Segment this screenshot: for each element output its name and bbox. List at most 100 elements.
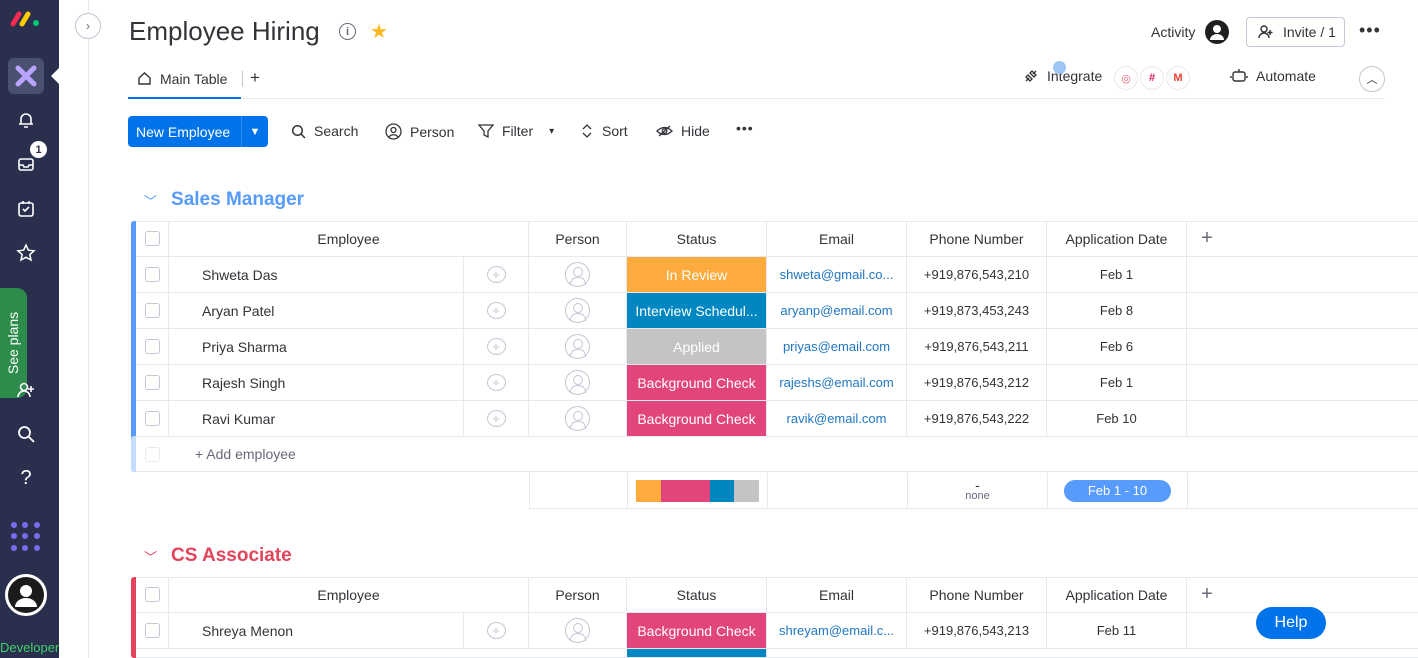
more-options-icon[interactable]: •••	[1359, 20, 1381, 41]
table-row[interactable]: Rajesh Singh + Background Check rajeshs@…	[136, 365, 1418, 401]
column-header-application-date[interactable]: Application Date	[1047, 577, 1187, 612]
integration-apps[interactable]: ◎ # M	[1114, 66, 1190, 90]
add-update-icon[interactable]: +	[486, 410, 506, 427]
column-header-employee[interactable]: Employee	[169, 577, 529, 612]
add-view-button[interactable]: +	[250, 68, 260, 88]
group-title[interactable]: CS Associate	[171, 545, 292, 567]
activity-avatar[interactable]	[1205, 20, 1229, 44]
phone-cell[interactable]: +919,876,543,210	[907, 257, 1047, 292]
column-header-phone[interactable]: Phone Number	[907, 577, 1047, 612]
hide-button[interactable]: Hide	[656, 123, 710, 139]
person-avatar-icon[interactable]	[565, 370, 590, 395]
add-update-icon[interactable]: +	[486, 374, 506, 391]
expand-sidebar-chevron-icon[interactable]: ›	[75, 13, 101, 39]
employee-name[interactable]: Aryan Patel	[169, 293, 464, 328]
row-checkbox[interactable]	[144, 623, 160, 638]
invite-members-icon[interactable]	[14, 378, 38, 402]
my-work-calendar-icon[interactable]	[14, 197, 38, 221]
column-header-person[interactable]: Person	[529, 577, 627, 612]
status-distribution-bar[interactable]	[636, 479, 759, 502]
employee-name[interactable]: Ravi Kumar	[169, 401, 464, 436]
phone-cell[interactable]: +919,873,453,243	[907, 293, 1047, 328]
sort-button[interactable]: Sort	[580, 123, 628, 139]
group-collapse-chevron-icon[interactable]: ﹀	[144, 191, 157, 210]
table-row-partial[interactable]	[136, 649, 1418, 658]
date-cell[interactable]: Feb 11	[1047, 613, 1187, 648]
status-cell[interactable]: Interview Schedul...	[627, 293, 767, 328]
new-employee-button[interactable]: New Employee ▼	[128, 116, 268, 147]
table-row[interactable]: Aryan Patel + Interview Schedul... aryan…	[136, 293, 1418, 329]
search-icon[interactable]	[14, 422, 38, 446]
email-cell[interactable]: ravik@email.com	[767, 401, 907, 436]
row-checkbox[interactable]	[144, 303, 160, 318]
table-row[interactable]: Priya Sharma + Applied priyas@email.com …	[136, 329, 1418, 365]
activity-label[interactable]: Activity	[1151, 24, 1195, 40]
person-avatar-icon[interactable]	[565, 406, 590, 431]
employee-name[interactable]: Priya Sharma	[169, 329, 464, 364]
chevron-down-icon[interactable]: ▼	[241, 116, 268, 147]
date-cell[interactable]: Feb 8	[1047, 293, 1187, 328]
page-title[interactable]: Employee Hiring	[129, 16, 320, 47]
add-column-plus-icon[interactable]: +	[1187, 221, 1227, 256]
email-cell[interactable]: rajeshs@email.com	[767, 365, 907, 400]
bell-icon[interactable]	[14, 108, 38, 132]
date-cell[interactable]: Feb 1	[1047, 365, 1187, 400]
filter-button[interactable]: Filter ▾	[478, 123, 554, 139]
automate-button[interactable]: Automate	[1230, 68, 1316, 84]
row-checkbox[interactable]	[144, 375, 160, 390]
phone-cell[interactable]: +919,876,543,212	[907, 365, 1047, 400]
add-update-icon[interactable]: +	[486, 622, 506, 639]
date-cell[interactable]: Feb 1	[1047, 257, 1187, 292]
column-header-email[interactable]: Email	[767, 577, 907, 612]
column-header-person[interactable]: Person	[529, 221, 627, 256]
email-cell[interactable]: priyas@email.com	[767, 329, 907, 364]
employee-name[interactable]: Rajesh Singh	[169, 365, 464, 400]
add-employee-input[interactable]: + Add employee	[169, 437, 469, 471]
row-checkbox[interactable]	[144, 339, 160, 354]
person-avatar-icon[interactable]	[565, 618, 590, 643]
person-avatar-icon[interactable]	[565, 298, 590, 323]
status-cell[interactable]: Applied	[627, 329, 767, 364]
column-header-application-date[interactable]: Application Date	[1047, 221, 1187, 256]
employee-name[interactable]: Shreya Menon	[169, 613, 464, 648]
toolbar-more-icon[interactable]: •••	[736, 120, 754, 136]
user-avatar[interactable]	[5, 574, 47, 616]
add-item-row[interactable]: + Add employee	[136, 437, 1418, 472]
email-cell[interactable]: shweta@gmail.co...	[767, 257, 907, 292]
group-title[interactable]: Sales Manager	[171, 189, 304, 211]
status-cell[interactable]: Background Check	[627, 401, 767, 436]
select-all-checkbox[interactable]	[144, 231, 160, 246]
favorites-star-icon[interactable]	[14, 241, 38, 265]
date-range-pill[interactable]: Feb 1 - 10	[1064, 479, 1171, 502]
phone-cell[interactable]: +919,876,543,211	[907, 329, 1047, 364]
phone-cell[interactable]: +919,876,543,213	[907, 613, 1047, 648]
add-update-icon[interactable]: +	[486, 266, 506, 283]
row-checkbox[interactable]	[144, 267, 160, 282]
table-row[interactable]: Shweta Das + In Review shweta@gmail.co..…	[136, 257, 1418, 293]
add-column-plus-icon[interactable]: +	[1187, 577, 1227, 612]
table-row[interactable]: Ravi Kumar + Background Check ravik@emai…	[136, 401, 1418, 437]
workspace-icon[interactable]	[8, 58, 44, 94]
status-cell[interactable]: In Review	[627, 257, 767, 292]
status-cell[interactable]: Background Check	[627, 613, 767, 648]
select-all-checkbox[interactable]	[144, 587, 160, 602]
phone-cell[interactable]: +919,876,543,222	[907, 401, 1047, 436]
apps-grid-icon[interactable]	[11, 522, 41, 552]
tab-main-table[interactable]: Main Table	[128, 60, 241, 99]
group-header-cs-associate[interactable]: ﹀ CS Associate	[144, 545, 292, 567]
add-update-icon[interactable]: +	[486, 338, 506, 355]
column-header-status[interactable]: Status	[627, 577, 767, 612]
column-header-status[interactable]: Status	[627, 221, 767, 256]
favorite-star-icon[interactable]: ★	[370, 19, 388, 44]
monday-logo-icon[interactable]	[9, 6, 43, 30]
column-header-employee[interactable]: Employee	[169, 221, 529, 256]
status-cell[interactable]	[627, 649, 767, 657]
help-question-icon[interactable]: ?	[14, 466, 38, 490]
info-icon[interactable]: i	[339, 23, 356, 40]
status-cell[interactable]: Background Check	[627, 365, 767, 400]
add-update-icon[interactable]: +	[486, 302, 506, 319]
group-header-sales-manager[interactable]: ﹀ Sales Manager	[144, 189, 304, 211]
date-cell[interactable]: Feb 6	[1047, 329, 1187, 364]
column-header-phone[interactable]: Phone Number	[907, 221, 1047, 256]
email-cell[interactable]: shreyam@email.c...	[767, 613, 907, 648]
